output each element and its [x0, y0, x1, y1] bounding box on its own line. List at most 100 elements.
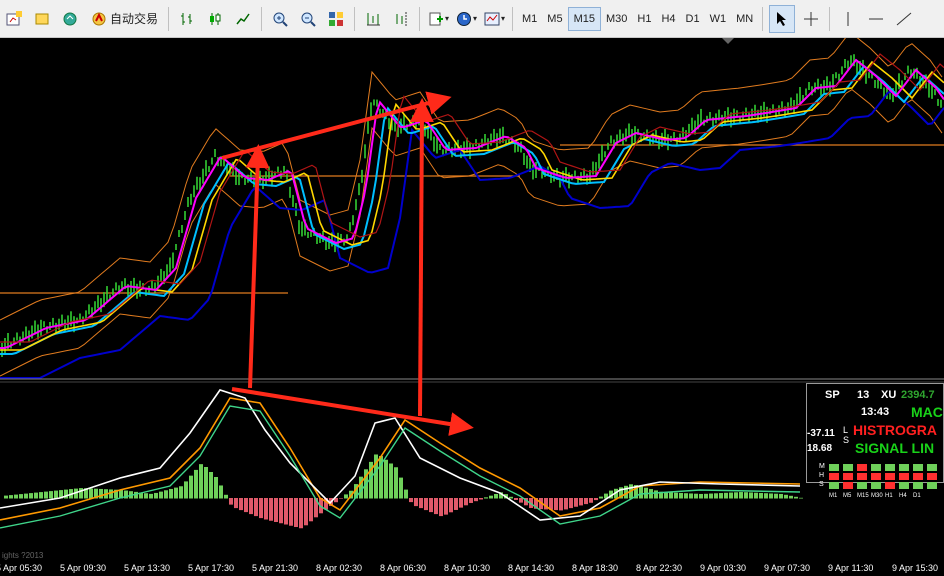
- time-label: 5 Apr 17:30: [188, 563, 235, 573]
- macd-histogram-bar: [4, 495, 8, 499]
- signal-cell: [829, 473, 839, 480]
- macd-histogram-bar: [769, 493, 773, 499]
- time-label: 8 Apr 06:30: [380, 563, 427, 573]
- zoom-out-icon[interactable]: [296, 6, 320, 32]
- macd-histogram-bar: [214, 477, 218, 499]
- macd-histogram-bar: [724, 492, 728, 499]
- macd-green-line: [0, 405, 801, 529]
- chart-shift-icon[interactable]: [389, 6, 413, 32]
- macd-histogram-bar: [674, 492, 678, 499]
- timeframe-m30[interactable]: M30: [601, 8, 632, 30]
- candlestick-icon[interactable]: [203, 6, 227, 32]
- macd-histogram-bar: [574, 498, 578, 507]
- macd-histogram-bar: [469, 498, 473, 503]
- panel-title: MAC: [911, 404, 943, 420]
- ma-fast-line: [0, 58, 944, 349]
- price-chart[interactable]: [0, 38, 944, 576]
- signal-cell: [927, 464, 937, 471]
- crosshair-icon[interactable]: [799, 6, 823, 32]
- signal-cell: [913, 473, 923, 480]
- horizontal-line-icon[interactable]: [864, 6, 888, 32]
- chart-shift-marker[interactable]: [722, 38, 734, 44]
- panel-symbol: SP: [825, 389, 840, 401]
- indicators-icon[interactable]: ▾: [426, 6, 450, 32]
- macd-histogram-bar: [249, 498, 253, 515]
- panel-timeframe-label: M15: [857, 493, 869, 499]
- panel-timeframe-label: M1: [829, 493, 838, 499]
- market-watch-icon[interactable]: [58, 6, 82, 32]
- signal-cell: [913, 464, 923, 471]
- separator: [354, 6, 356, 31]
- signal-cell: [899, 464, 909, 471]
- timeframe-m5[interactable]: M5: [542, 8, 567, 30]
- macd-histogram-bar: [514, 498, 518, 500]
- templates-icon[interactable]: ▾: [482, 6, 506, 32]
- macd-histogram-bar: [159, 491, 163, 499]
- toolbar: 自动交易 ▾ ▾ ▾ M1 M5 M15 M30 H1 H4 D1 W1 MN: [0, 0, 944, 38]
- macd-histogram-bar: [424, 498, 428, 511]
- autotrading-button[interactable]: 自动交易: [86, 6, 162, 32]
- macd-histogram-bar: [279, 498, 283, 524]
- separator: [261, 6, 263, 31]
- macd-histogram-bar: [264, 498, 268, 520]
- timeframe-m1[interactable]: M1: [517, 8, 542, 30]
- separator: [512, 6, 514, 31]
- time-label: 5 Apr 21:30: [252, 563, 299, 573]
- time-label: 9 Apr 15:30: [892, 563, 939, 573]
- macd-histogram-bar: [569, 498, 573, 509]
- ma-slow-line: [0, 90, 944, 379]
- signal-cell: [829, 464, 839, 471]
- macd-histogram-bar: [344, 494, 348, 499]
- signal-cell: [871, 482, 881, 489]
- macd-histogram-bar: [109, 489, 113, 499]
- separator: [762, 6, 764, 31]
- macd-histogram-bar: [174, 487, 178, 499]
- macd-histogram-bar: [229, 498, 233, 505]
- annotation-arrows[interactable]: [221, 91, 474, 436]
- macd-histogram-bar: [694, 493, 698, 499]
- macd-histogram-bar: [54, 490, 58, 499]
- macd-histogram-bar: [439, 498, 443, 517]
- cursor-icon[interactable]: [769, 4, 796, 33]
- macd-histogram-bar: [654, 490, 658, 499]
- macd-histogram-bar: [789, 495, 793, 499]
- macd-histogram-bar: [204, 467, 208, 499]
- macd-info-panel: SP 13 XU 2394.7 13:43 MAC -37.11 L S HIS…: [806, 383, 944, 499]
- separator: [829, 6, 831, 31]
- timeframe-h1[interactable]: H1: [632, 8, 656, 30]
- zoom-in-icon[interactable]: [268, 6, 292, 32]
- macd-histogram-bar: [194, 469, 198, 499]
- macd-histogram-bar: [704, 493, 708, 499]
- macd-histogram-bar: [409, 498, 413, 503]
- signal-cell: [899, 482, 909, 489]
- timeframe-h4[interactable]: H4: [656, 8, 680, 30]
- time-label: 8 Apr 10:30: [444, 563, 491, 573]
- timeframe-d1[interactable]: D1: [681, 8, 705, 30]
- panel-timeframe-label: M5: [843, 493, 852, 499]
- macd-histogram-bar: [584, 498, 588, 505]
- trendline-icon[interactable]: [892, 6, 916, 32]
- profiles-icon[interactable]: [30, 6, 54, 32]
- timeframe-mn[interactable]: MN: [731, 8, 758, 30]
- bar-chart-icon[interactable]: [175, 6, 199, 32]
- timeframe-m15[interactable]: M15: [567, 6, 601, 31]
- line-chart-icon[interactable]: [231, 6, 255, 32]
- panel-s: S: [843, 435, 850, 445]
- auto-scroll-icon[interactable]: [361, 6, 385, 32]
- timeframe-w1[interactable]: W1: [705, 8, 732, 30]
- macd-histogram-bar: [799, 497, 803, 499]
- tile-windows-icon[interactable]: [324, 6, 348, 32]
- macd-histogram-bar: [89, 488, 93, 499]
- ma-cyan-line: [0, 64, 944, 355]
- macd-histogram-bar: [304, 498, 308, 526]
- macd-histogram-bar: [254, 498, 258, 517]
- periods-icon[interactable]: ▾: [454, 6, 478, 32]
- signal-cell: [843, 482, 853, 489]
- vertical-line-icon[interactable]: [836, 6, 860, 32]
- macd-histogram-bar: [679, 492, 683, 499]
- macd-histogram-bar: [444, 498, 448, 515]
- time-label: 8 Apr 18:30: [572, 563, 619, 573]
- new-chart-icon[interactable]: [2, 6, 26, 32]
- macd-histogram-bar: [154, 492, 158, 499]
- macd-histogram-bar: [169, 488, 173, 499]
